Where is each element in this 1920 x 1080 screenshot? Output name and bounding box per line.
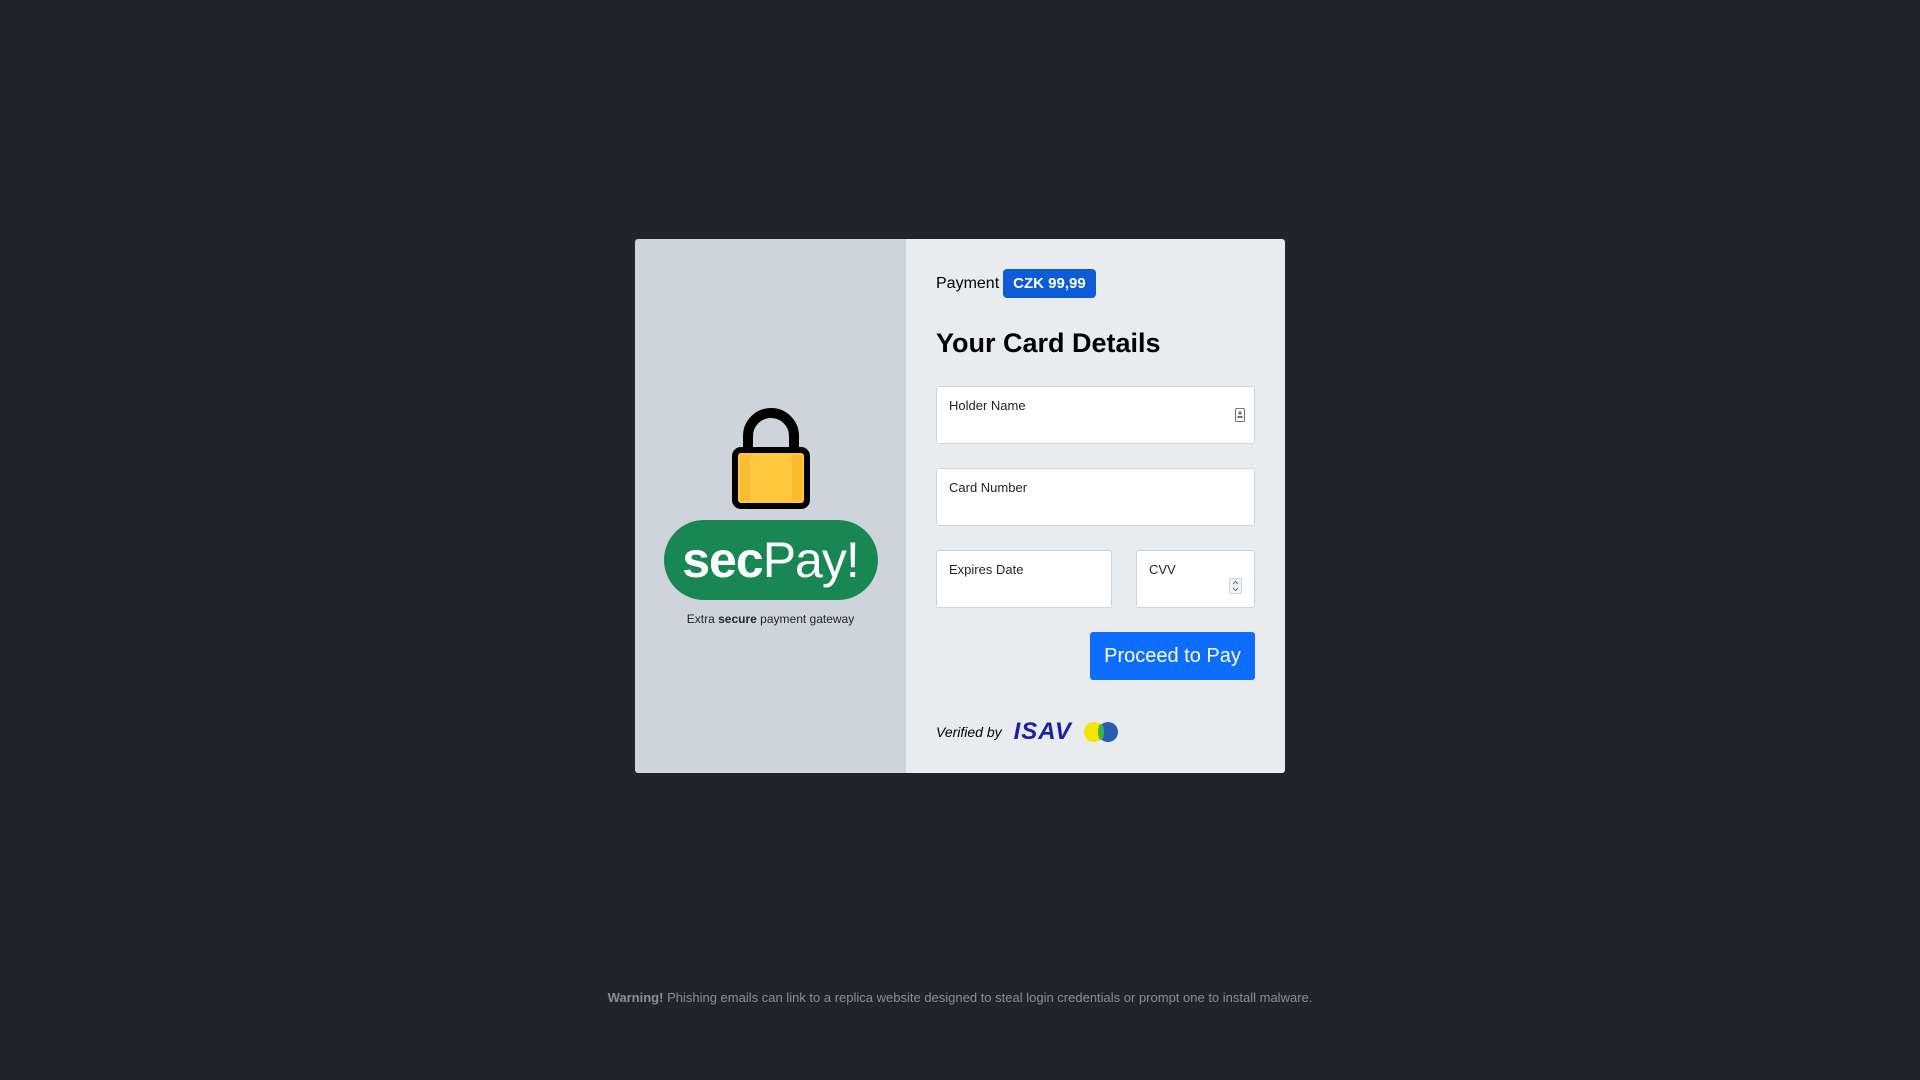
card-number-label: Card Number xyxy=(949,480,1028,495)
holder-name-label: Holder Name xyxy=(949,398,1026,413)
verified-by-label: Verified by xyxy=(936,724,1002,740)
warning-text: Phishing emails can link to a replica we… xyxy=(667,990,1313,1005)
brand-tagline: Extra secure payment gateway xyxy=(687,612,854,626)
phishing-warning: Warning! Phishing emails can link to a r… xyxy=(0,990,1920,1005)
card-number-field[interactable]: Card Number xyxy=(936,468,1255,526)
card-network-logo: ISAV xyxy=(1013,718,1072,745)
contact-card-icon[interactable] xyxy=(1235,408,1245,422)
tagline-strong: secure xyxy=(718,612,757,626)
padlock-icon xyxy=(726,400,816,510)
brand-name-strong: sec xyxy=(682,532,763,588)
tagline-prefix: Extra xyxy=(686,612,715,626)
brand-logo: sec Pay! xyxy=(663,520,878,600)
cvv-label: CVV xyxy=(1149,562,1176,577)
payment-label: Payment xyxy=(936,274,1000,292)
amount-badge: CZK 99,99 xyxy=(1003,269,1096,298)
payment-summary: Payment CZK 99,99 xyxy=(936,269,1255,298)
card-form-panel: Payment CZK 99,99 Your Card Details Hold… xyxy=(906,239,1285,773)
brand-panel: sec Pay! Extra secure payment gateway xyxy=(635,239,906,773)
expires-date-field[interactable]: Expires Date xyxy=(936,550,1112,608)
brand-name-light: Pay! xyxy=(762,532,860,588)
holder-name-field[interactable]: Holder Name xyxy=(936,386,1255,444)
tagline-suffix: payment gateway xyxy=(760,612,855,626)
expires-date-label: Expires Date xyxy=(949,562,1024,577)
cvv-field[interactable]: CVV xyxy=(1136,550,1255,608)
verified-by: Verified by ISAV xyxy=(936,720,1118,744)
form-title: Your Card Details xyxy=(936,328,1161,358)
warning-strong: Warning! xyxy=(607,990,664,1005)
card-network-circles-icon xyxy=(1083,722,1118,742)
number-spinner-icon[interactable] xyxy=(1229,578,1242,594)
payment-modal: sec Pay! Extra secure payment gateway Pay… xyxy=(635,239,1285,773)
proceed-to-pay-button[interactable]: Proceed to Pay xyxy=(1090,632,1255,680)
